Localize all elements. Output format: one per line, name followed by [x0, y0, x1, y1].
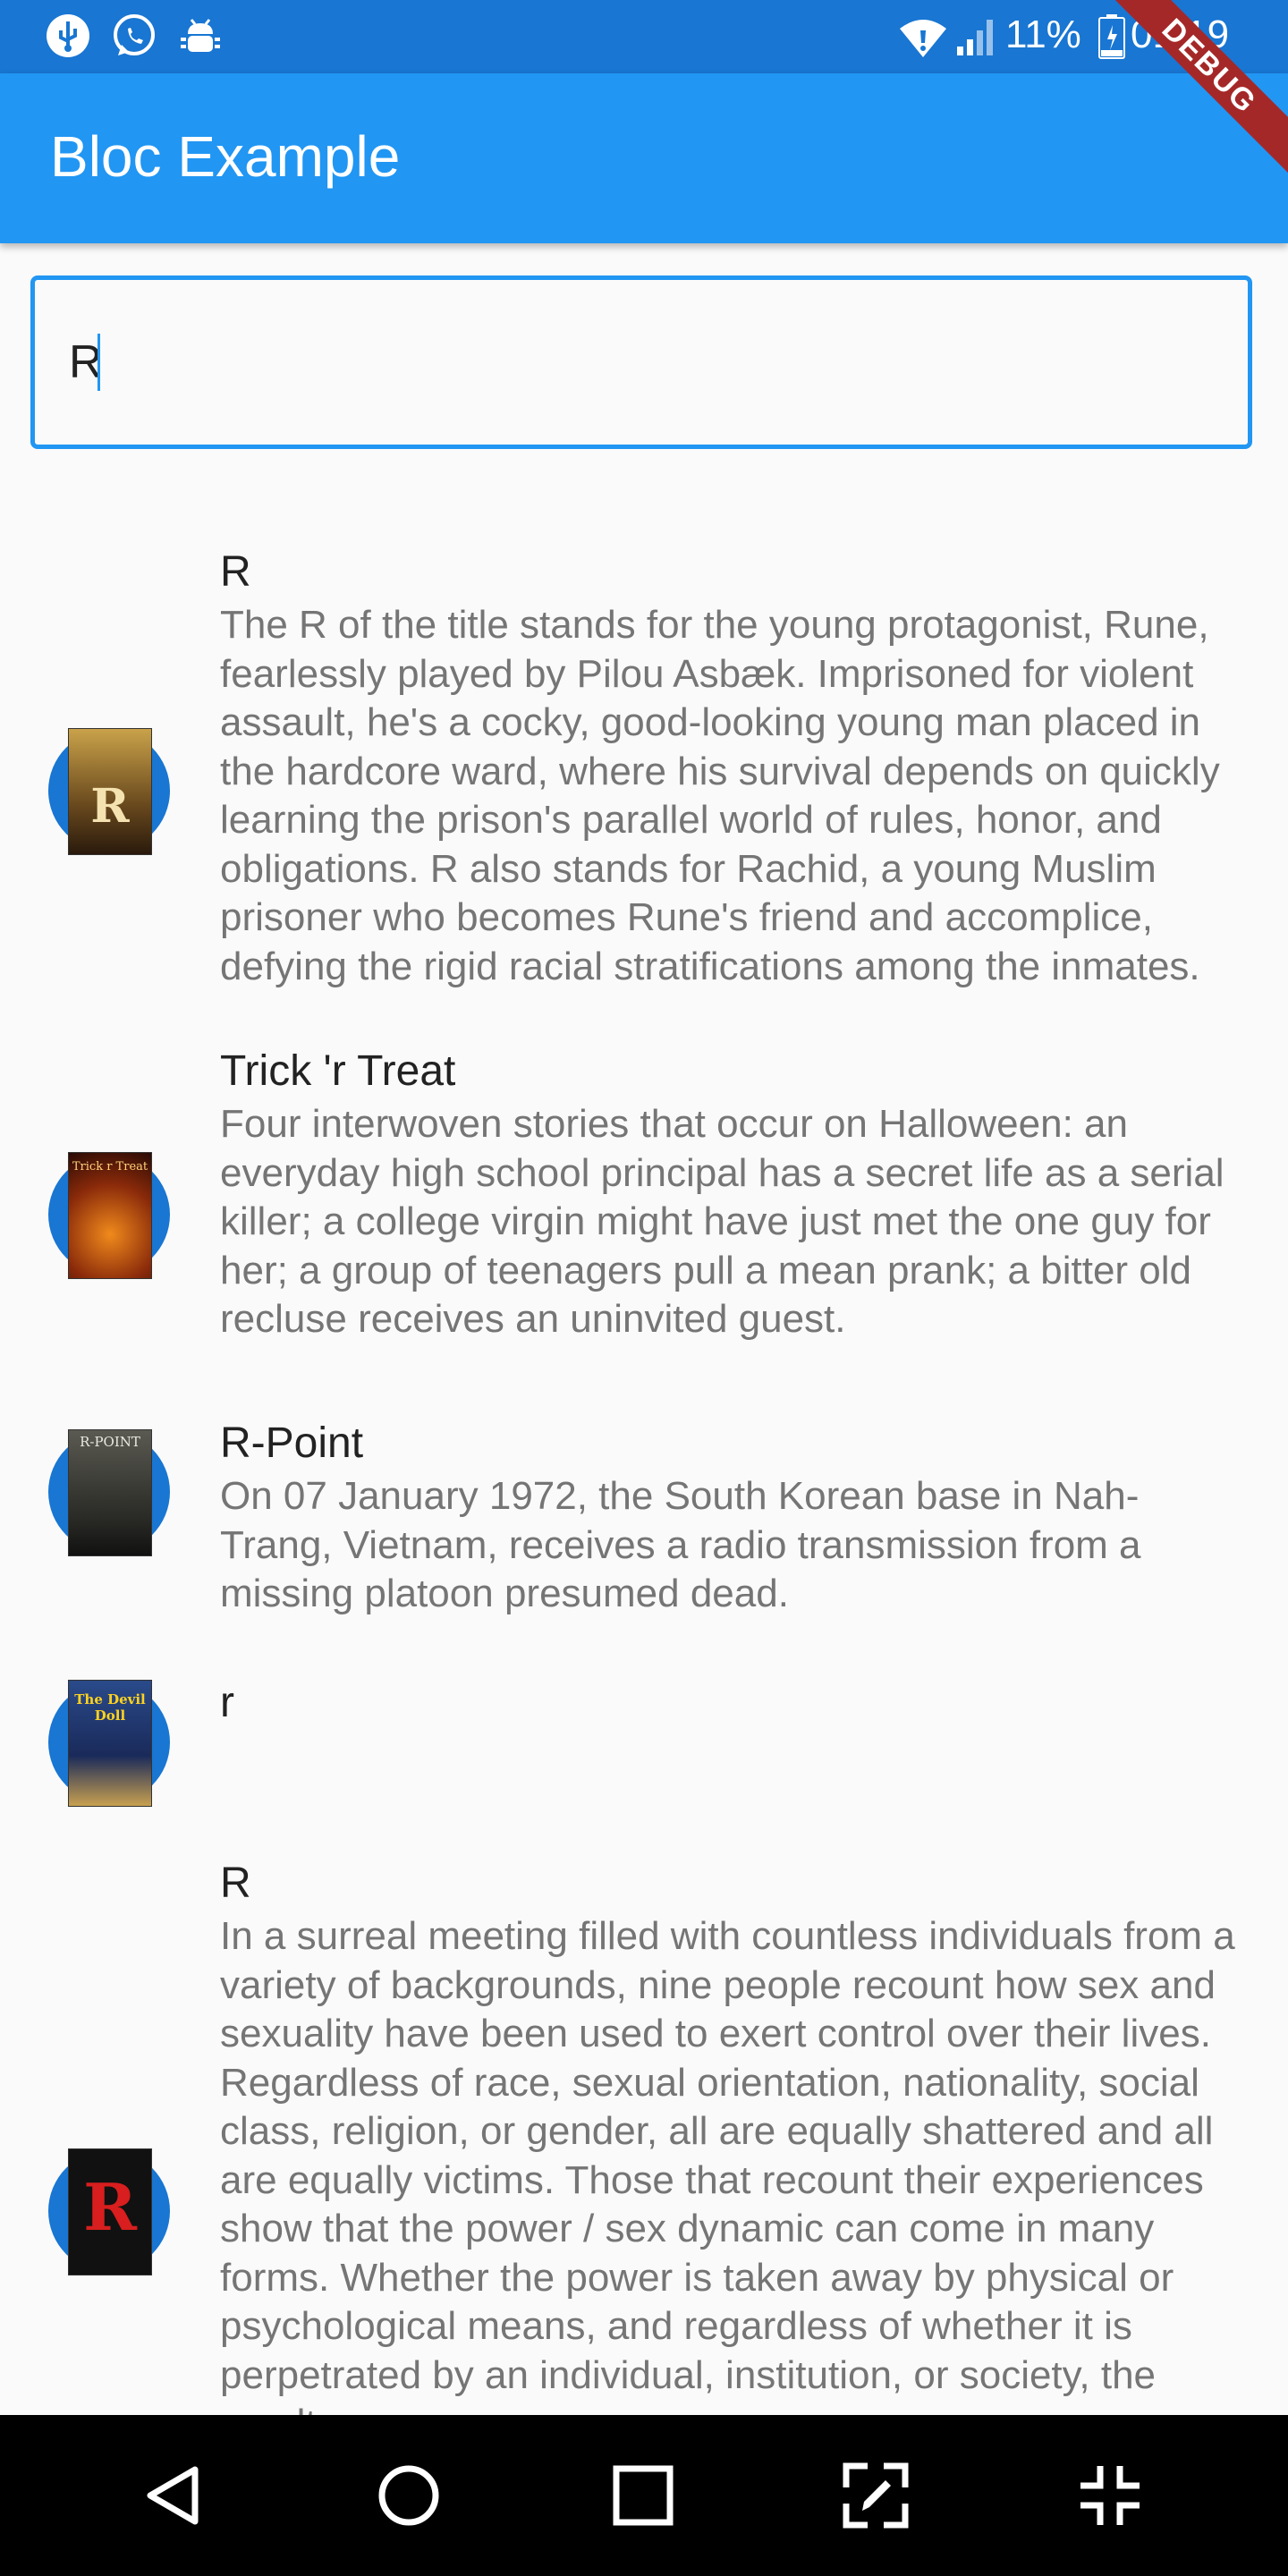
poster-letter: The Devil Doll [74, 1691, 146, 1724]
android-debug-icon [181, 19, 220, 52]
recents-icon[interactable] [603, 2455, 683, 2536]
navigation-bar [0, 2415, 1288, 2576]
list-item[interactable]: Trick r Treat Trick 'r Treat Four interw… [0, 1038, 1288, 1341]
movie-poster: R [68, 728, 152, 855]
movie-title: Trick 'r Treat [220, 1047, 456, 1095]
search-input[interactable]: R [30, 275, 1252, 449]
wifi-icon [900, 20, 946, 57]
movie-title: R-Point [220, 1419, 364, 1467]
movie-poster: The Devil Doll [68, 1680, 152, 1807]
status-left-icons [45, 13, 224, 59]
usb-icon [47, 14, 89, 57]
avatar: The Devil Doll [48, 1680, 170, 1807]
screenshot-edit-icon[interactable] [835, 2455, 916, 2536]
back-icon[interactable] [136, 2455, 216, 2536]
home-icon[interactable] [369, 2455, 449, 2536]
movie-poster: R [68, 2148, 152, 2275]
movie-poster: Trick r Treat [68, 1152, 152, 1279]
list-item[interactable]: The Devil Doll r [0, 1646, 1288, 1825]
collapse-icon[interactable] [1070, 2455, 1150, 2536]
poster-letter: R [90, 779, 130, 834]
movie-title: R [220, 1860, 251, 1907]
avatar: Trick r Treat [48, 1152, 170, 1279]
movie-overview: On 07 January 1972, the South Korean bas… [220, 1474, 1141, 1615]
poster-letter: R-POINT [80, 1434, 140, 1450]
movie-title: R [220, 548, 251, 596]
movie-list[interactable]: R R The R of the title stands for the yo… [0, 465, 1288, 2415]
list-item[interactable]: R R The R of the title stands for the yo… [0, 465, 1288, 1038]
movie-overview: Four interwoven stories that occur on Ha… [220, 1102, 1224, 1341]
movie-overview: In a surreal meeting filled with countle… [220, 1914, 1235, 2415]
whatsapp-icon [114, 14, 155, 55]
avatar: R [48, 728, 170, 855]
debug-banner: DEBUG [1091, 0, 1288, 197]
debug-banner-label: DEBUG [1094, 0, 1288, 182]
text-caret [97, 334, 100, 391]
poster-letter: Trick r Treat [72, 1160, 148, 1174]
movie-overview: The R of the title stands for the young … [220, 603, 1220, 988]
avatar: R-POINT [48, 1429, 170, 1556]
battery-percentage: 11% [1005, 13, 1081, 56]
page-title: Bloc Example [50, 124, 401, 189]
avatar: R [48, 2148, 170, 2275]
movie-poster: R-POINT [68, 1429, 152, 1556]
list-item[interactable]: R R In a surreal meeting filled with cou… [0, 1843, 1288, 2415]
poster-letter: R [83, 2169, 137, 2245]
signal-icon [957, 20, 993, 55]
list-item[interactable]: R-POINT R-Point On 07 January 1972, the … [0, 1386, 1288, 1615]
movie-title: r [220, 1679, 234, 1726]
